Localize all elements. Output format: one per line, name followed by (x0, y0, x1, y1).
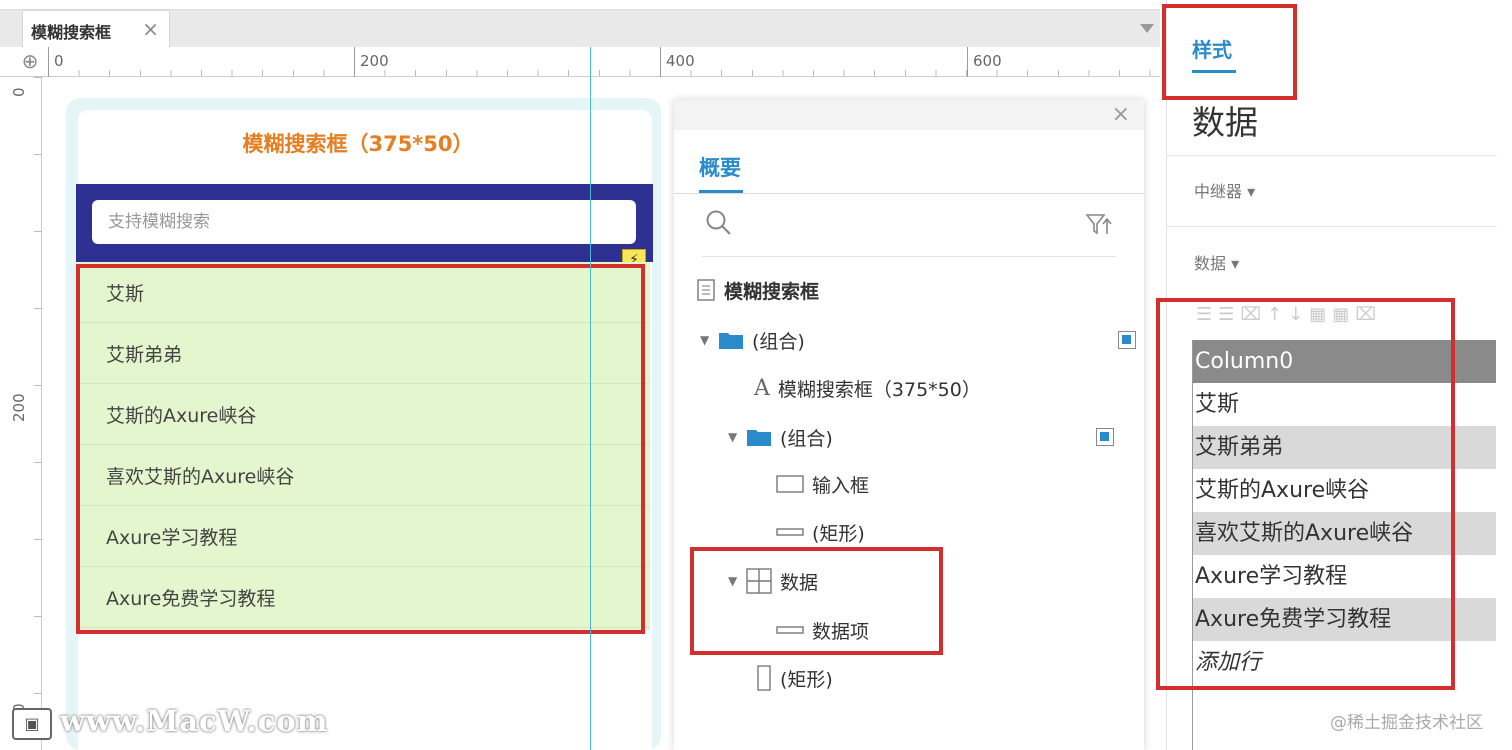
ruler-tick-label: 600 (973, 52, 1002, 70)
fuzzy-search-input[interactable] (92, 200, 636, 244)
outline-node-label: 输入框 (812, 474, 870, 497)
page-icon (696, 279, 716, 301)
filter-icon[interactable] (1084, 210, 1114, 240)
ruler-minor-tick (34, 693, 42, 694)
watermark-logo-icon: ▣ (12, 708, 52, 740)
canvas-guide-line[interactable] (590, 47, 591, 750)
ruler-minor-tick (34, 77, 42, 78)
close-panel-icon[interactable]: × (1112, 102, 1130, 127)
ruler-tick-label: 200 (10, 393, 28, 422)
ruler-tick-label: 200 (360, 52, 389, 70)
outline-titlebar (674, 100, 1144, 130)
tab-outline[interactable]: 概要 (699, 152, 741, 182)
tab-document[interactable]: 模糊搜索框 × (22, 10, 170, 47)
text-icon: A (754, 375, 770, 401)
caret-down-icon[interactable]: ▼ (700, 333, 718, 347)
tab-dropdown-icon[interactable] (1140, 24, 1154, 33)
ruler-major-tick (354, 47, 355, 77)
folder-icon (746, 427, 772, 447)
ruler-tick-label: 0 (10, 87, 28, 97)
ruler-minor-tick (34, 616, 42, 617)
visibility-checkbox[interactable] (1118, 331, 1136, 349)
ruler-minor-tick (34, 385, 42, 386)
rectangle-icon (776, 526, 804, 538)
divider (702, 256, 1116, 257)
visibility-checkbox[interactable] (1096, 428, 1114, 446)
divider (674, 193, 1144, 194)
ruler-major-tick (660, 47, 661, 77)
folder-icon (718, 330, 744, 350)
caret-down-icon[interactable]: ▼ (728, 430, 746, 444)
outline-node-rectangle[interactable]: (矩形) (756, 658, 833, 698)
ruler-major-tick (48, 47, 49, 77)
ruler-minor-tick (34, 462, 42, 463)
outline-highlight-box (690, 547, 943, 655)
outline-node-label: (组合) (780, 427, 833, 450)
inspector-title[interactable]: 数据 (1192, 96, 1258, 144)
textbox-icon (776, 474, 804, 494)
outline-node-label: (组合) (752, 330, 805, 353)
outline-root-label: 模糊搜索框 (724, 280, 820, 303)
outline-node-label: (矩形) (780, 668, 833, 691)
ruler-minor-tick (34, 539, 42, 540)
table-highlight-box (1156, 298, 1455, 690)
ruler-tick-label: 400 (666, 52, 695, 70)
search-icon[interactable] (704, 208, 734, 238)
outline-node-rectangle[interactable]: (矩形) (776, 512, 865, 552)
document-tabbar: 模糊搜索框 × (0, 0, 1160, 47)
ruler-minor-tick (34, 308, 42, 309)
ruler-minor-tick (34, 231, 42, 232)
style-tab-highlight-box (1162, 4, 1297, 100)
ruler-minor-tick (34, 154, 42, 155)
ruler-tick-label: 0 (54, 52, 64, 70)
rectangle-vertical-icon (756, 665, 772, 691)
outline-node-text[interactable]: A 模糊搜索框（375*50） (754, 368, 981, 408)
ruler-major-tick (967, 47, 968, 77)
ruler-origin-icon[interactable]: ⊕ (18, 50, 42, 74)
tabbar-top-strip (0, 0, 1160, 10)
tab-document-label: 模糊搜索框 (31, 23, 112, 42)
results-highlight-box (76, 264, 645, 634)
repeater-section-toggle[interactable]: 中继器 ▾ (1194, 178, 1255, 202)
prototype-title[interactable]: 模糊搜索框（375*50） (78, 128, 638, 158)
outline-node-group[interactable]: ▼ (组合) (700, 320, 1144, 360)
divider (1167, 226, 1497, 227)
divider (1167, 155, 1497, 156)
outline-node-label: (矩形) (812, 522, 865, 545)
watermark-left: www.MacW.com (60, 704, 329, 738)
close-tab-icon[interactable]: × (142, 17, 159, 41)
watermark-right: @稀土掘金技术社区 (1330, 713, 1483, 733)
outline-node-input[interactable]: 输入框 (776, 464, 869, 504)
outline-node-group[interactable]: ▼ (组合) (728, 417, 1144, 457)
outline-root-page[interactable]: 模糊搜索框 (696, 270, 819, 310)
outline-node-label: 模糊搜索框（375*50） (777, 378, 981, 401)
vertical-ruler: 0 200 400 (0, 77, 42, 750)
data-section-toggle[interactable]: 数据 ▾ (1194, 250, 1239, 274)
horizontal-ruler: 0 200 400 600 (0, 47, 1160, 77)
